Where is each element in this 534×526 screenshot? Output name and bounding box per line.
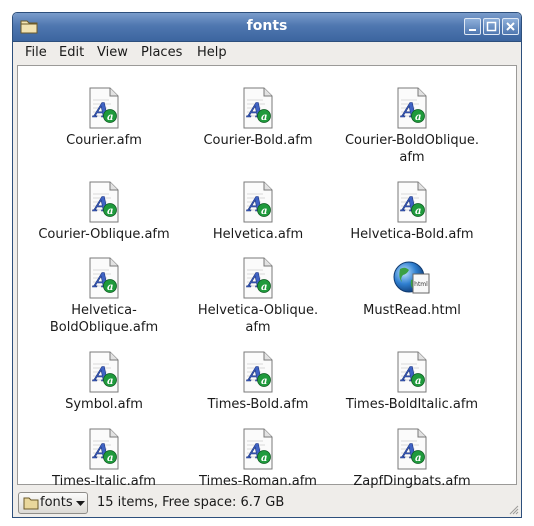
menu-file[interactable]: File xyxy=(25,45,47,60)
file-item[interactable]: Aa Courier-Oblique.afm xyxy=(29,180,179,243)
font-file-icon: Aa xyxy=(243,428,273,470)
svg-text:a: a xyxy=(261,282,267,293)
font-file-icon: Aa xyxy=(397,428,427,470)
file-label: Times-BoldItalic.afm xyxy=(345,397,479,412)
file-label: Courier-BoldOblique. afm xyxy=(344,133,480,165)
svg-text:a: a xyxy=(415,112,421,123)
window-title: fonts xyxy=(246,18,288,34)
location-button[interactable]: fonts xyxy=(18,492,88,514)
folder-icon xyxy=(23,497,39,510)
menu-view[interactable]: View xyxy=(97,45,128,60)
font-file-icon: Aa xyxy=(397,351,427,393)
html-file-icon: html xyxy=(393,261,430,294)
file-item[interactable]: html MustRead.html xyxy=(337,256,487,319)
font-file-icon: Aa xyxy=(89,351,119,393)
file-item[interactable]: Aa Courier.afm xyxy=(29,86,179,149)
file-label: Times-Bold.afm xyxy=(207,397,309,412)
svg-text:a: a xyxy=(107,282,113,293)
location-label: fonts xyxy=(40,495,73,510)
font-file-icon: Aa xyxy=(397,181,427,223)
file-item[interactable]: Aa Times-Roman.afm xyxy=(183,427,333,490)
menu-edit[interactable]: Edit xyxy=(59,45,84,60)
svg-text:a: a xyxy=(107,453,113,464)
svg-text:a: a xyxy=(107,206,113,217)
file-item[interactable]: Aa Times-Italic.afm xyxy=(29,427,179,490)
font-file-icon: Aa xyxy=(89,257,119,299)
file-item[interactable]: Aa Helvetica- BoldOblique.afm xyxy=(29,256,179,336)
file-item[interactable]: Aa Courier-BoldOblique. afm xyxy=(337,86,487,166)
icon-view[interactable]: Aa Courier.afm Aa Courier-Bold.afm Aa Co… xyxy=(17,65,517,489)
file-label: Courier-Oblique.afm xyxy=(38,227,170,242)
file-label: Symbol.afm xyxy=(65,397,143,412)
file-label: Helvetica-Bold.afm xyxy=(350,227,474,242)
file-label: Helvetica- BoldOblique.afm xyxy=(49,303,159,335)
dropdown-arrow-icon xyxy=(76,501,85,506)
file-item[interactable]: Aa Courier-Bold.afm xyxy=(183,86,333,149)
font-file-icon: Aa xyxy=(243,351,273,393)
close-button[interactable] xyxy=(502,18,519,35)
svg-text:a: a xyxy=(107,376,113,387)
font-file-icon: Aa xyxy=(243,257,273,299)
file-label: MustRead.html xyxy=(363,303,461,318)
svg-text:a: a xyxy=(261,376,267,387)
svg-text:a: a xyxy=(415,453,421,464)
status-text: 15 items, Free space: 6.7 GB xyxy=(97,495,285,510)
minimize-icon xyxy=(469,29,476,31)
folder-icon[interactable] xyxy=(20,18,38,34)
file-item[interactable]: Aa Times-BoldItalic.afm xyxy=(337,350,487,413)
font-file-icon: Aa xyxy=(243,87,273,129)
svg-text:a: a xyxy=(261,453,267,464)
svg-text:a: a xyxy=(415,376,421,387)
svg-text:a: a xyxy=(261,206,267,217)
font-file-icon: Aa xyxy=(89,87,119,129)
menu-help[interactable]: Help xyxy=(197,45,227,60)
file-label: Helvetica-Oblique. afm xyxy=(197,303,319,335)
file-manager-window: fonts File Edit View Places Help Aa Cour… xyxy=(12,12,522,518)
font-file-icon: Aa xyxy=(243,181,273,223)
close-icon xyxy=(506,22,515,31)
file-item[interactable]: Aa ZapfDingbats.afm xyxy=(337,427,487,490)
status-bar: fonts 15 items, Free space: 6.7 GB xyxy=(13,487,521,517)
maximize-icon xyxy=(486,21,497,32)
svg-text:a: a xyxy=(261,112,267,123)
file-item[interactable]: Aa Times-Bold.afm xyxy=(183,350,333,413)
svg-text:a: a xyxy=(415,206,421,217)
file-label: Helvetica.afm xyxy=(212,227,304,242)
file-item[interactable]: Aa Helvetica.afm xyxy=(183,180,333,243)
resize-grip-icon[interactable] xyxy=(507,503,519,515)
svg-text:a: a xyxy=(107,112,113,123)
maximize-button[interactable] xyxy=(483,18,500,35)
file-item[interactable]: Aa Helvetica-Bold.afm xyxy=(337,180,487,243)
file-label: Courier-Bold.afm xyxy=(203,133,313,148)
title-bar[interactable]: fonts xyxy=(13,13,521,42)
menu-bar: File Edit View Places Help xyxy=(13,42,521,64)
font-file-icon: Aa xyxy=(397,87,427,129)
file-label: Courier.afm xyxy=(66,133,142,148)
html-badge-text: html xyxy=(414,281,428,288)
font-file-icon: Aa xyxy=(89,181,119,223)
minimize-button[interactable] xyxy=(464,18,481,35)
file-item[interactable]: Aa Helvetica-Oblique. afm xyxy=(183,256,333,336)
font-file-icon: Aa xyxy=(89,428,119,470)
file-item[interactable]: Aa Symbol.afm xyxy=(29,350,179,413)
menu-places[interactable]: Places xyxy=(141,45,182,60)
